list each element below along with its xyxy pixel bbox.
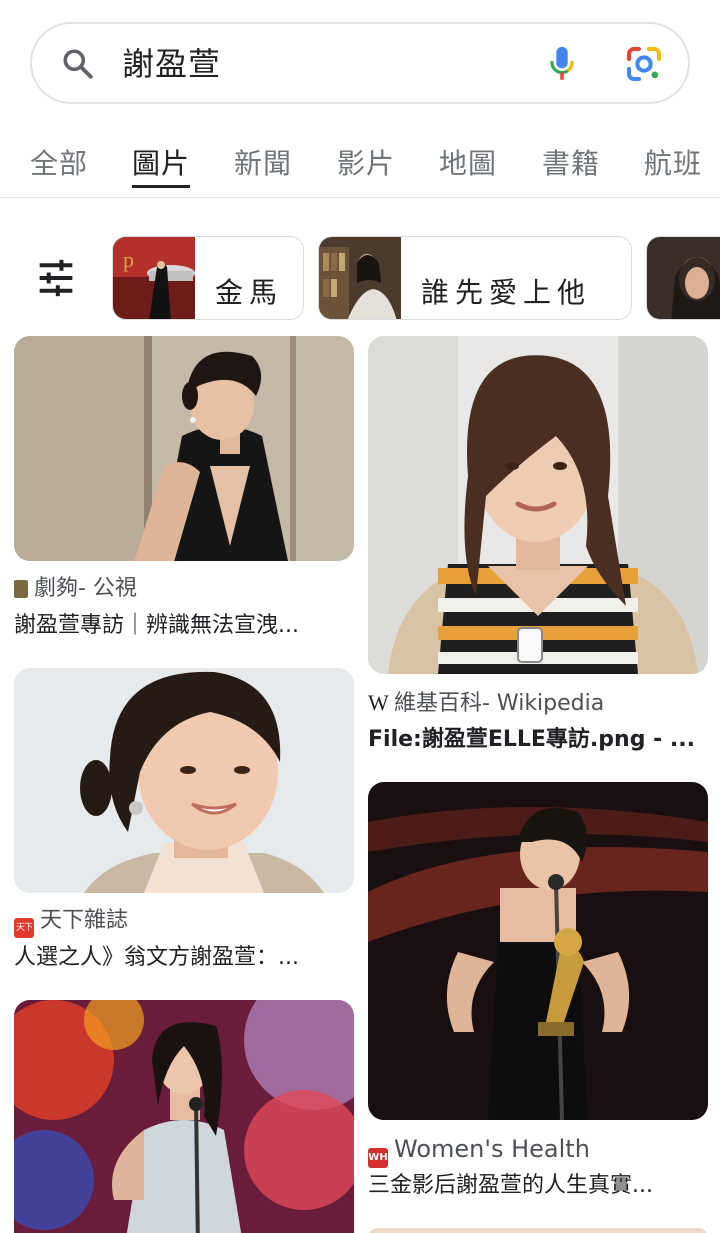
search-icon[interactable] [60,46,96,82]
result-image[interactable] [14,336,354,561]
result-title[interactable]: 人選之人》翁文方謝盈萱：... [14,942,354,974]
wikipedia-favicon: W [368,690,389,715]
result-image[interactable] [368,336,708,674]
chip-label: 金馬 [215,276,284,309]
chip-thumbnail [647,237,720,319]
result-image[interactable] [14,1000,354,1233]
tab-videos[interactable]: 影片 [337,144,395,184]
source-label: Women's Health [394,1135,590,1163]
chip-thumbnail: p [113,237,195,319]
result-source: 劇夠- 公視 [14,574,137,604]
source-label: 天下雜誌 [40,908,129,933]
filter-icon[interactable] [34,258,78,298]
tab-flights[interactable]: 航班 [644,144,702,184]
result-card[interactable]: W 維基百科- Wikipedia File:謝盈萱ELLE專訪.png - ..… [368,336,708,761]
result-source: WH Women's Health [368,1134,590,1168]
search-bar[interactable]: 謝盈萱 [30,22,690,104]
chip-thumbnail [319,237,401,319]
result-title[interactable]: 謝盈萱專訪｜辨識無法宣洩... [14,610,354,642]
tianxia-favicon: 天下 [14,918,34,938]
result-image[interactable] [368,1228,708,1233]
tab-maps[interactable]: 地圖 [439,144,497,184]
womens-health-favicon: WH [368,1148,388,1168]
result-card[interactable] [368,1228,708,1233]
result-card[interactable] [14,1000,354,1233]
search-input[interactable]: 謝盈萱 [122,40,221,88]
result-card[interactable]: WH Women's Health 三金影后謝盈萱的人生真實... [368,782,708,1207]
chip-label: 誰先愛上他 [421,276,592,309]
tab-images[interactable]: 圖片 [132,144,191,188]
google-lens-icon[interactable] [624,44,664,84]
source-label: 劇夠- 公視 [34,576,137,601]
result-title[interactable]: File:謝盈萱ELLE專訪.png - ... [368,724,708,756]
result-title[interactable]: 三金影后謝盈萱的人生真實... [368,1170,708,1202]
search-tabs: 全部 圖片 新聞 影片 地圖 書籍 航班 [0,130,720,198]
result-source: W 維基百科- Wikipedia [368,688,604,718]
chip-more[interactable] [646,236,720,320]
result-card[interactable]: 劇夠- 公視 謝盈萱專訪｜辨識無法宣洩... [14,336,354,646]
result-source: 天下 天下雜誌 [14,906,129,938]
tab-all[interactable]: 全部 [30,144,88,184]
tab-books[interactable]: 書籍 [542,144,600,184]
svg-text:p: p [123,247,134,272]
result-image[interactable] [368,782,708,1120]
tab-news[interactable]: 新聞 [234,144,292,184]
result-card[interactable]: 天下 天下雜誌 人選之人》翁文方謝盈萱：... [14,668,354,978]
result-image[interactable] [14,668,354,893]
chip-golden-horse[interactable]: p 金馬 [112,236,304,320]
juguo-favicon [14,580,28,598]
source-label: 維基百科- Wikipedia [394,691,605,716]
microphone-icon[interactable] [544,44,580,84]
chip-who-loves-him-first[interactable]: 誰先愛上他 [318,236,632,320]
